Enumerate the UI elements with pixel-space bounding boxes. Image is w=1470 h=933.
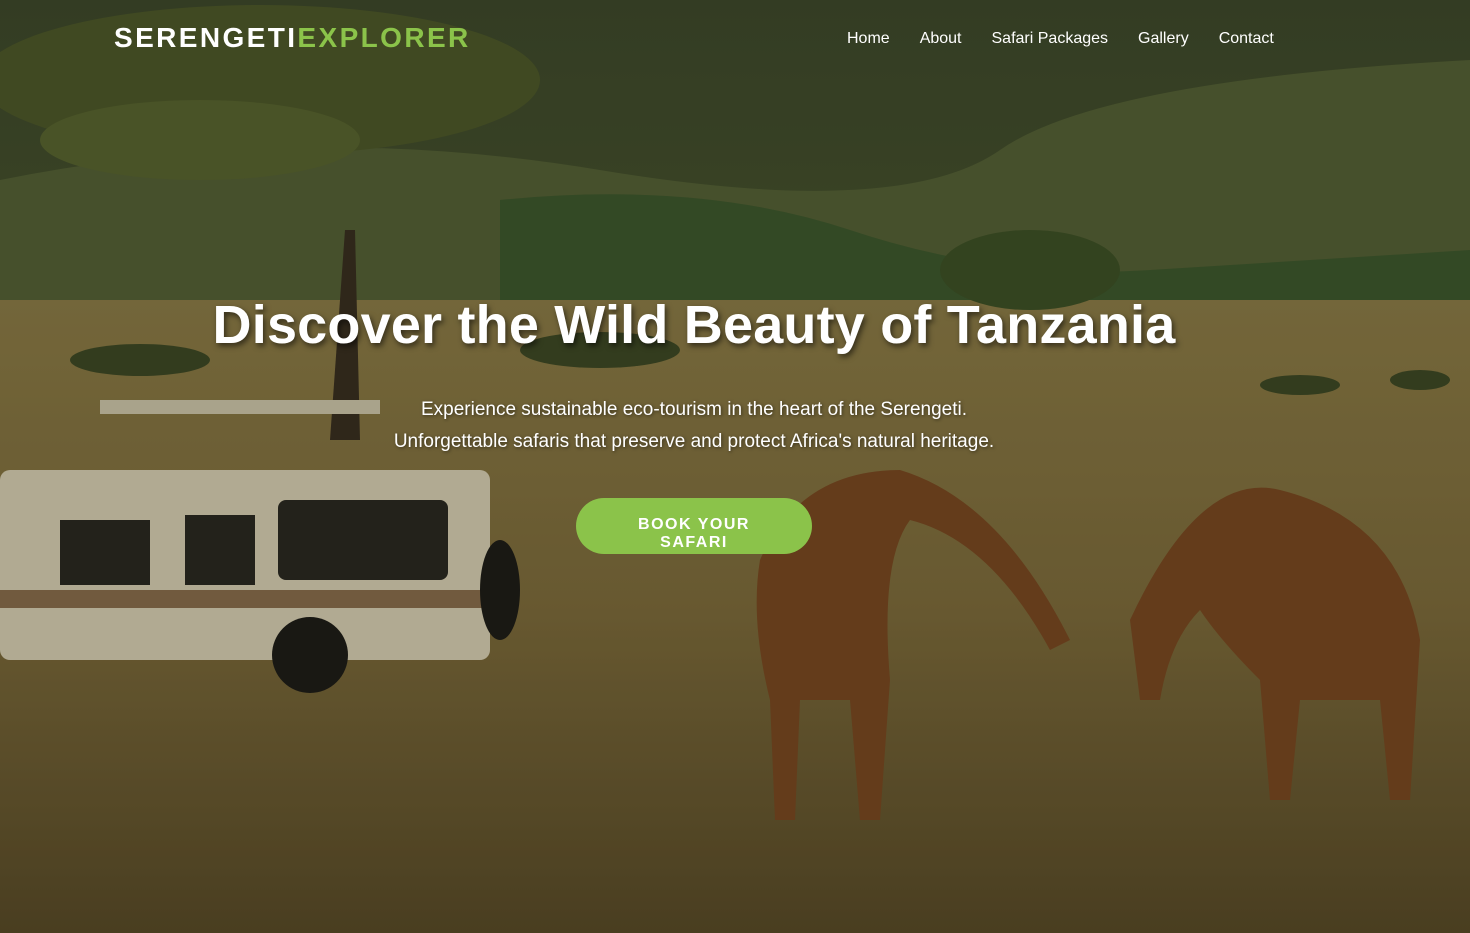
logo-accent-text: EXPLORER (297, 22, 471, 53)
book-safari-button[interactable]: BOOK YOUR SAFARI (576, 498, 812, 554)
hero-subtitle-line-1: Experience sustainable eco-tourism in th… (420, 399, 968, 420)
hero-subtitle: Experience sustainable eco-tourism in th… (0, 394, 1388, 458)
nav-link-about[interactable]: About (920, 30, 962, 48)
logo-primary-text: SERENGETI (114, 22, 298, 53)
site-logo[interactable]: SERENGETIEXPLORER (114, 22, 471, 54)
hero-title: Discover the Wild Beauty of Tanzania (212, 295, 1176, 355)
hero-content: Discover the Wild Beauty of Tanzania Exp… (0, 294, 1388, 554)
nav-link-gallery[interactable]: Gallery (1138, 30, 1189, 48)
nav-link-contact[interactable]: Contact (1219, 30, 1274, 48)
main-navigation: Home About Safari Packages Gallery Conta… (847, 30, 1274, 48)
site-header: SERENGETIEXPLORER Home About Safari Pack… (0, 0, 1470, 78)
nav-link-safari-packages[interactable]: Safari Packages (992, 30, 1109, 48)
hero-subtitle-line-2: Unforgettable safaris that preserve and … (393, 431, 995, 452)
hero-section: SERENGETIEXPLORER Home About Safari Pack… (0, 0, 1470, 933)
nav-link-home[interactable]: Home (847, 30, 890, 48)
